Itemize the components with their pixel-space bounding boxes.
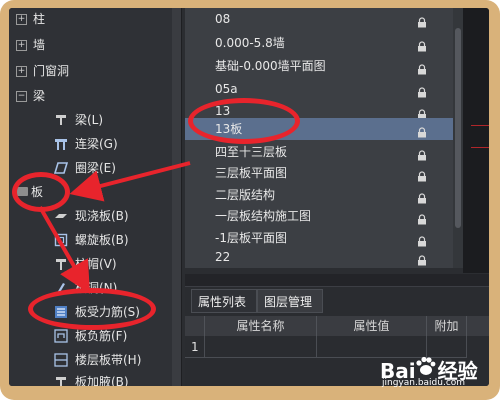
watermark-url: jingyan.baidu.com: [382, 378, 466, 388]
annotation-circle: [188, 98, 300, 144]
annotation-arrow: [69, 161, 191, 202]
annotation-circle: [12, 172, 70, 212]
annotation-overlay: [38, 161, 191, 294]
paw-icon: [416, 356, 436, 375]
annotation-arrow: [38, 206, 90, 294]
annotation-circle: [28, 288, 156, 330]
